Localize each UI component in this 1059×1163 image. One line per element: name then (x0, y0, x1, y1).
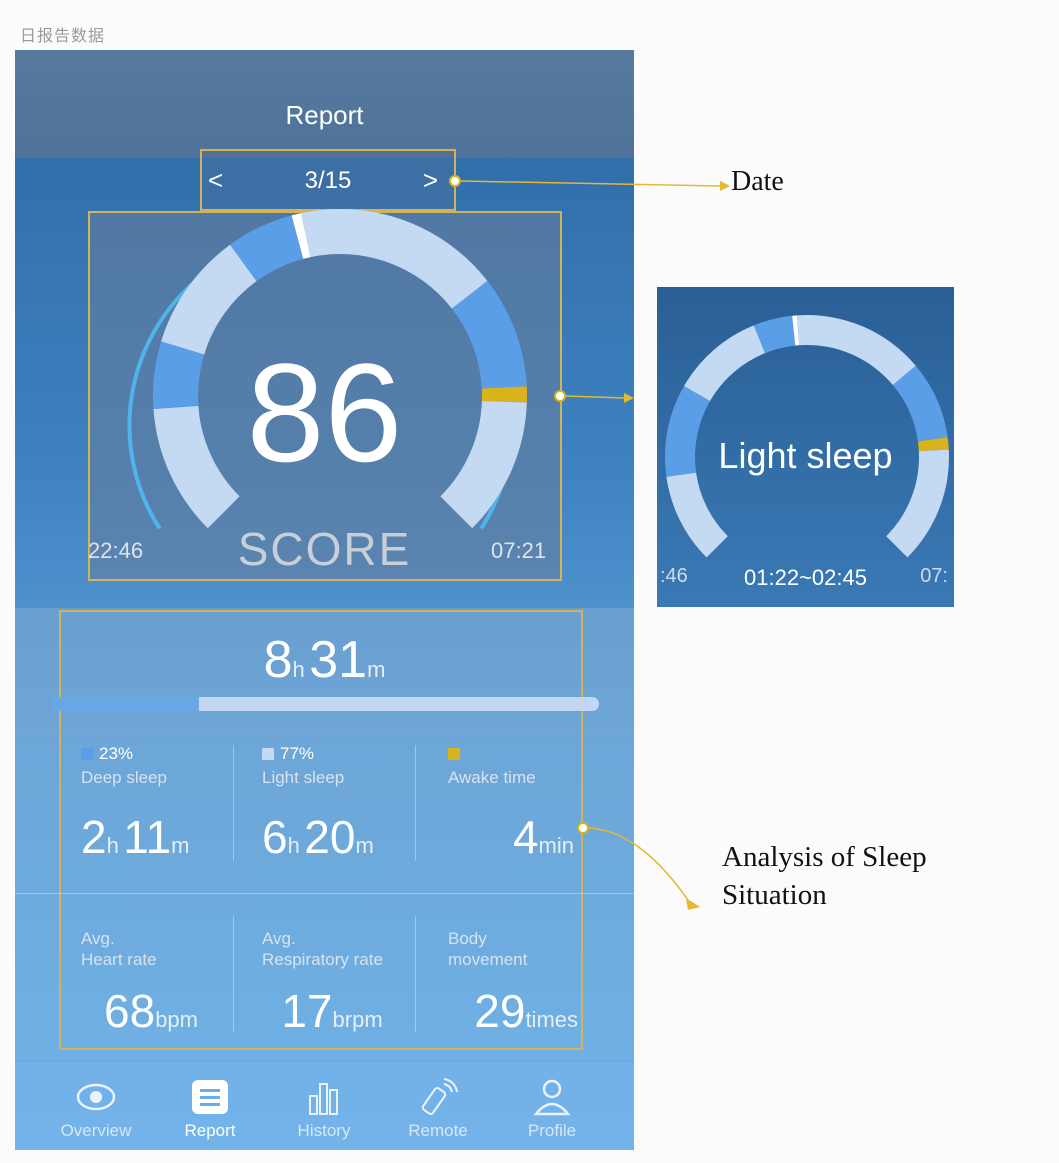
inset-time-range: 01:22~02:45 (744, 565, 867, 590)
light-sleep-detail-inset: Light sleep :46 01:22~02:45 07: (657, 287, 954, 607)
inset-gauge-segment (684, 325, 766, 401)
inset-gauge-segment (797, 315, 916, 386)
inset-gauge-segment (666, 472, 728, 558)
inset-end-time: 07: (920, 565, 948, 587)
inset-stage-label: Light sleep (718, 435, 893, 476)
date-annotation: Date (731, 166, 784, 197)
analysis-annotation: Analysis of Sleep Situation (722, 841, 927, 911)
